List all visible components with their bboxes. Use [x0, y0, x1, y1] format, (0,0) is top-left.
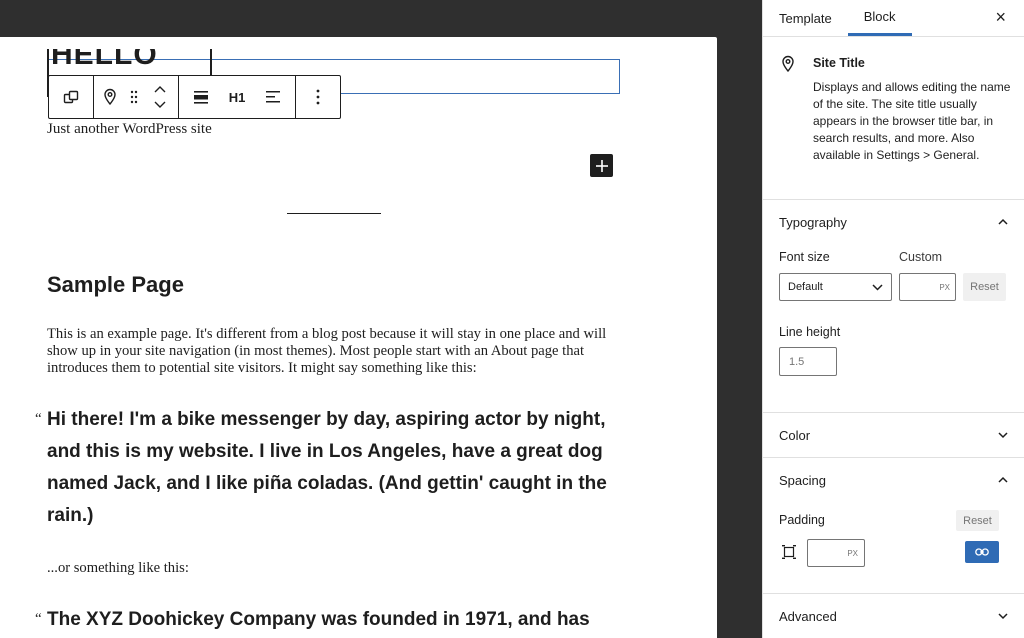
tab-block[interactable]: Block: [847, 0, 912, 36]
padding-unit-label: PX: [847, 548, 858, 558]
link-icon: [975, 548, 989, 556]
settings-sidebar: Template Block × Site Title Displays and…: [762, 0, 1024, 638]
align-left-icon: [266, 91, 280, 103]
more-options-button[interactable]: [300, 76, 336, 118]
typography-panel-toggle[interactable]: Typography: [763, 200, 1024, 244]
move-up-chevron-icon[interactable]: [154, 86, 166, 93]
map-pin-icon: [782, 55, 794, 73]
heading-level-label: H1: [228, 89, 246, 105]
advanced-panel-title: Advanced: [779, 608, 837, 624]
chevron-up-icon: [998, 476, 1008, 483]
block-mover: [146, 76, 174, 118]
heading-level-button[interactable]: H1: [219, 76, 255, 118]
font-size-label: Font size: [779, 250, 830, 264]
typography-panel: Typography Font size Custom Default PX R…: [763, 200, 1024, 413]
advanced-panel-toggle[interactable]: Advanced: [763, 594, 1024, 638]
padding-reset-button[interactable]: Reset: [956, 510, 999, 531]
line-height-label: Line height: [779, 325, 841, 339]
font-size-reset-button[interactable]: Reset: [963, 273, 1006, 301]
editor-canvas[interactable]: HELLO DEV: [0, 37, 717, 638]
toolbar-group-move: [94, 76, 179, 118]
color-panel-title: Color: [779, 427, 811, 443]
plus-icon: [595, 159, 608, 172]
spacing-panel-toggle[interactable]: Spacing: [763, 458, 1024, 502]
spacing-panel: Spacing Padding Reset PX: [763, 458, 1024, 594]
map-pin-icon: [104, 88, 116, 106]
editor-canvas-area: HELLO DEV: [0, 0, 762, 638]
site-title-block-icon-button[interactable]: [98, 76, 122, 118]
block-transform-button[interactable]: [53, 76, 89, 118]
spacing-panel-title: Spacing: [779, 472, 826, 488]
more-vertical-icon: [316, 89, 320, 105]
block-card-title: Site Title: [813, 56, 865, 70]
box-padding-icon: [782, 545, 796, 559]
font-size-select[interactable]: Default: [779, 273, 892, 301]
custom-font-size-input[interactable]: PX: [899, 273, 956, 301]
text-align-button[interactable]: [255, 76, 291, 118]
move-down-chevron-icon[interactable]: [154, 101, 166, 108]
page-title[interactable]: Sample Page: [47, 272, 184, 298]
quote-mark: “: [35, 611, 42, 627]
padding-input[interactable]: PX: [807, 539, 865, 567]
chevron-up-icon: [998, 218, 1008, 225]
pullquote-block[interactable]: Hi there! I'm a bike messenger by day, a…: [47, 404, 627, 532]
toolbar-group-format: H1: [179, 76, 296, 118]
padding-label: Padding: [779, 513, 825, 527]
custom-unit-label: PX: [939, 282, 950, 292]
toolbar-group-options: [296, 76, 340, 118]
pullquote-block-2[interactable]: The XYZ Doohickey Company was founded in…: [47, 604, 627, 638]
chevron-down-icon: [998, 432, 1008, 439]
link-sides-button[interactable]: [965, 541, 999, 563]
separator[interactable]: [287, 213, 381, 214]
block-transform-icon: [63, 90, 79, 104]
font-size-value: Default: [788, 281, 823, 293]
quote-mark: “: [35, 411, 42, 427]
chevron-down-icon: [872, 283, 883, 291]
site-tagline[interactable]: Just another WordPress site: [47, 121, 212, 138]
block-card-description: Displays and allows editing the name of …: [813, 80, 1011, 162]
typography-panel-title: Typography: [779, 214, 847, 230]
drag-handle-icon: [130, 90, 138, 104]
custom-size-label: Custom: [899, 250, 943, 264]
advanced-panel: Advanced: [763, 594, 1024, 638]
block-inserter-button[interactable]: [590, 154, 613, 177]
chevron-down-icon: [998, 613, 1008, 620]
block-card: Site Title Displays and allows editing t…: [763, 37, 1024, 200]
drag-handle-button[interactable]: [122, 76, 146, 118]
close-icon[interactable]: ×: [995, 8, 1006, 26]
paragraph-block-2[interactable]: ...or something like this:: [47, 560, 189, 577]
justify-stretch-icon: [194, 91, 208, 104]
align-button[interactable]: [183, 76, 219, 118]
color-panel: Color: [763, 413, 1024, 458]
color-panel-toggle[interactable]: Color: [763, 413, 1024, 457]
block-toolbar: H1: [48, 75, 341, 119]
toolbar-group-transform: [49, 76, 94, 118]
tab-template[interactable]: Template: [763, 0, 848, 36]
line-height-input[interactable]: 1.5: [779, 347, 837, 376]
sidebar-tabs: Template Block ×: [763, 0, 1024, 37]
paragraph-block[interactable]: This is an example page. It's different …: [47, 326, 612, 377]
